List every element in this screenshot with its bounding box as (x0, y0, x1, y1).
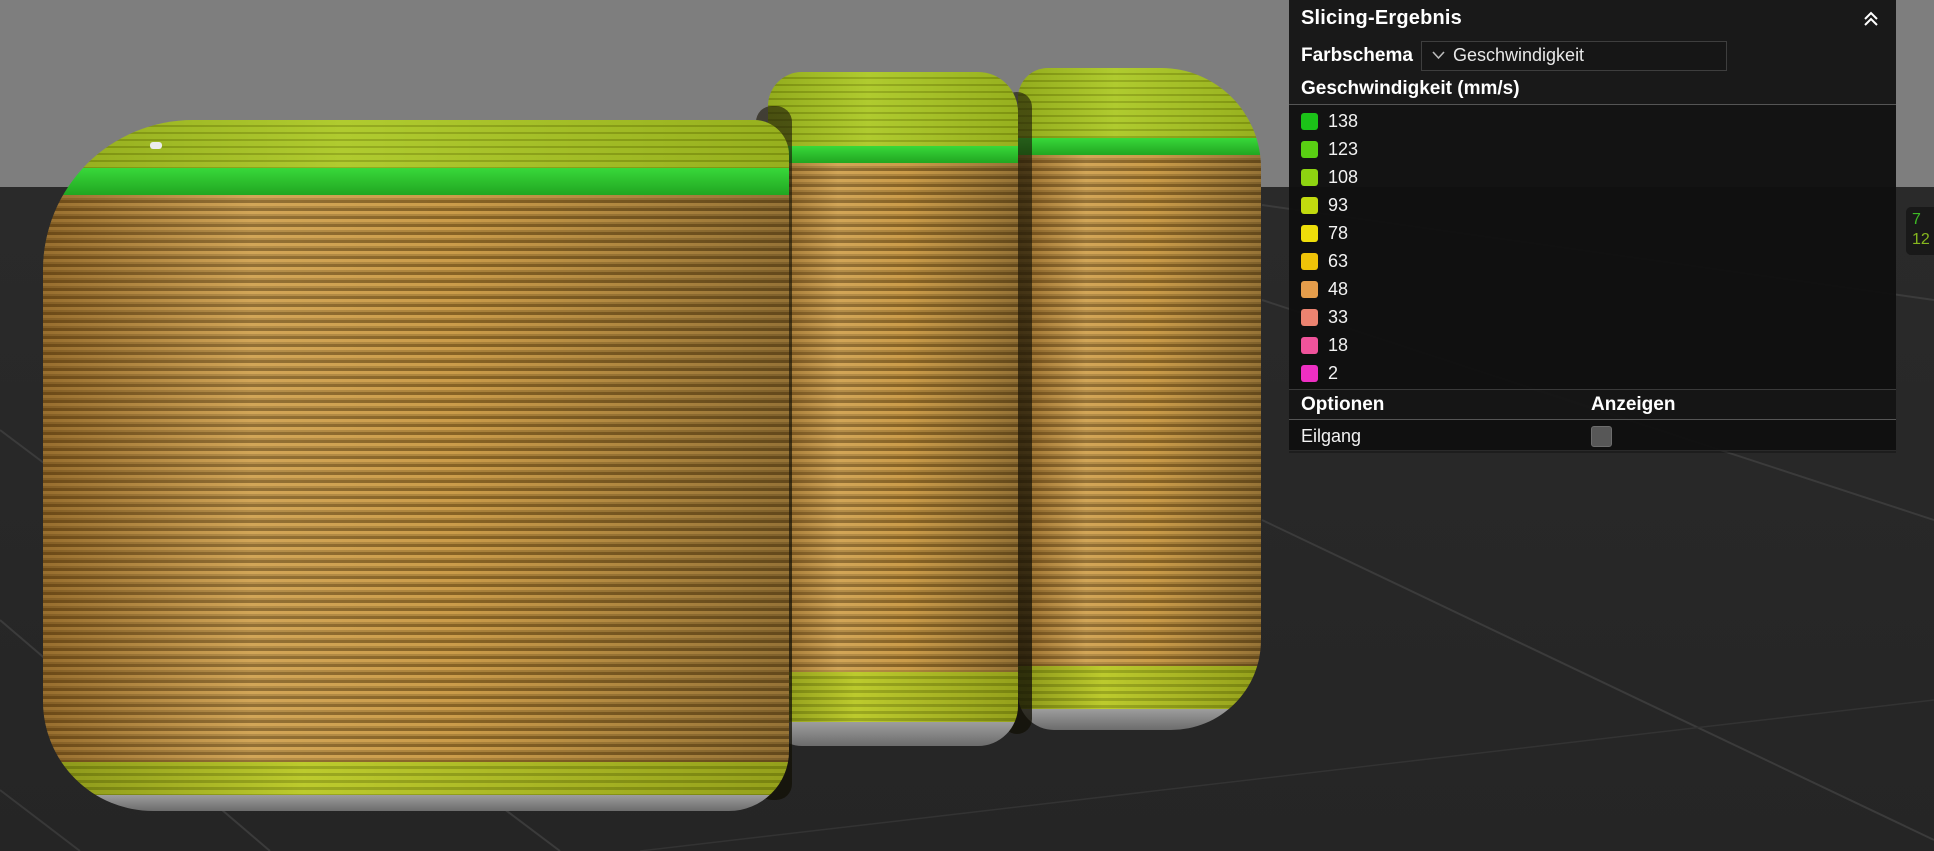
legend-color-swatch (1301, 140, 1318, 158)
model-raft-base (43, 795, 789, 811)
legend-item: 33 (1289, 303, 1896, 331)
options-label: Optionen (1301, 393, 1385, 415)
print-start-marker (150, 142, 162, 149)
legend-color-swatch (1301, 196, 1318, 214)
farbschema-selected-value: Geschwindigkeit (1453, 45, 1585, 65)
legend-item: 18 (1289, 331, 1896, 359)
legend-item: 63 (1289, 247, 1896, 275)
legend-value: 18 (1328, 334, 1349, 355)
slicing-result-panel: Slicing-Ergebnis Farbschema Geschwindigk… (1289, 0, 1896, 453)
anzeigen-column-label: Anzeigen (1591, 393, 1676, 415)
collapse-panel-button[interactable] (1858, 6, 1884, 32)
options-header-row: Optionen Anzeigen (1289, 389, 1896, 420)
legend-color-swatch (1301, 364, 1318, 382)
viewport-3d[interactable]: 7 12 Slicing-Ergebnis Farbschema Geschwi… (0, 0, 1934, 851)
option-row-eilgang: Eilgang (1289, 420, 1896, 453)
legend-item: 138 (1289, 107, 1896, 135)
legend-value: 2 (1328, 362, 1339, 383)
model-bottom-band (43, 762, 789, 795)
model-segment-left (43, 120, 789, 811)
legend-item: 123 (1289, 135, 1896, 163)
legend-value: 63 (1328, 250, 1349, 271)
model-top-surface (768, 72, 1018, 146)
legend-color-swatch (1301, 224, 1318, 242)
model-raft-base (1018, 709, 1261, 730)
legend-color-swatch (1301, 168, 1318, 186)
legend-color-swatch (1301, 280, 1318, 298)
color-scheme-row: Farbschema Geschwindigkeit (1289, 37, 1896, 74)
legend-value: 33 (1328, 306, 1349, 327)
model-speed-band (1018, 138, 1261, 155)
legend-value: 93 (1328, 194, 1349, 215)
edge-badge-value: 7 (1912, 211, 1921, 228)
model-layer-wall (43, 195, 789, 762)
legend-color-swatch (1301, 112, 1318, 130)
eilgang-checkbox[interactable] (1591, 426, 1612, 447)
legend-title-row: Geschwindigkeit (mm/s) (1289, 74, 1896, 105)
edge-badge-value: 12 (1912, 231, 1930, 248)
color-scheme-label: Farbschema (1301, 44, 1413, 66)
legend-value: 108 (1328, 166, 1359, 187)
legend-item: 78 (1289, 219, 1896, 247)
model-raft-base (768, 722, 1018, 746)
legend-item: 108 (1289, 163, 1896, 191)
legend-value: 48 (1328, 278, 1349, 299)
model-layer-wall (1018, 155, 1261, 666)
model-segment-middle (768, 72, 1018, 746)
model-speed-band (768, 146, 1018, 163)
model-top-surface (1018, 68, 1261, 138)
chevrons-up-icon (1864, 11, 1878, 26)
model-bottom-band (768, 672, 1018, 722)
legend-value: 78 (1328, 222, 1349, 243)
legend-color-swatch (1301, 336, 1318, 354)
legend-value: 138 (1328, 110, 1359, 131)
model-layer-wall (768, 163, 1018, 672)
legend-item: 48 (1289, 275, 1896, 303)
model-bottom-band (1018, 666, 1261, 709)
legend-title: Geschwindigkeit (mm/s) (1301, 78, 1520, 99)
legend-color-swatch (1301, 308, 1318, 326)
legend-item: 93 (1289, 191, 1896, 219)
option-label: Eilgang (1301, 426, 1362, 446)
legend-color-swatch (1301, 252, 1318, 270)
chevron-down-icon (1432, 51, 1445, 60)
model-segment-right (1018, 68, 1261, 730)
legend-item: 2 (1289, 359, 1896, 387)
legend-value: 123 (1328, 138, 1359, 159)
speed-legend: 138 123 108 93 78 63 48 33 18 2 (1289, 105, 1896, 389)
model-speed-band (43, 168, 789, 195)
clipped-edge-badge: 7 12 (1906, 207, 1934, 255)
farbschema-select[interactable]: Geschwindigkeit (1421, 40, 1727, 71)
panel-header: Slicing-Ergebnis (1289, 0, 1896, 37)
panel-title: Slicing-Ergebnis (1301, 7, 1463, 29)
